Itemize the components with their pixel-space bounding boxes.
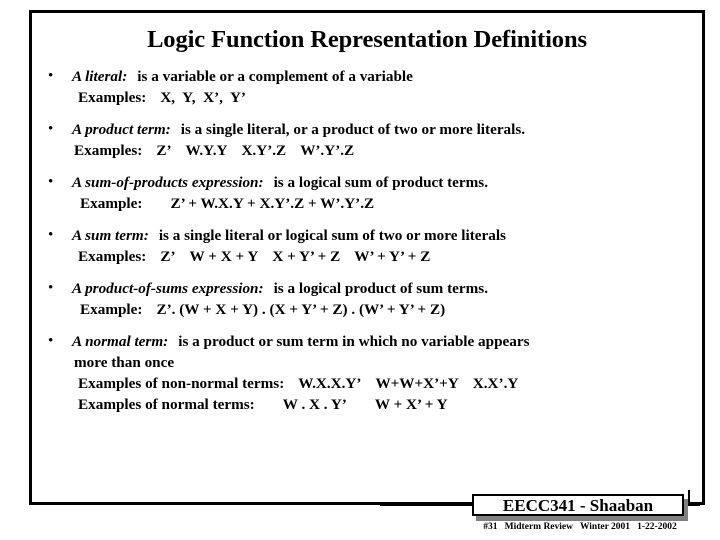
example-expression: W . X . Y’ (282, 396, 347, 413)
definition-example-line: Example: Z’ + W.X.Y + X.Y’.Z + W’.Y’.Z (50, 193, 702, 214)
example-label: more than once (74, 354, 175, 371)
definition-item: • A normal term: is a product or sum term … (32, 331, 702, 415)
definition-description: is a logical sum of product terms. (273, 174, 489, 191)
definition-heading: A product term: is a single literal, or a… (50, 119, 702, 140)
bullet-marker-icon: • (48, 68, 54, 84)
course-badge: EECC341 - Shaaban (472, 494, 684, 516)
example-expression: W.X.X.Y’ (298, 375, 362, 392)
definition-item: • A sum-of-products expression: is a logic… (32, 172, 702, 214)
footer-rule-right-horizontal (688, 504, 700, 506)
example-label: Examples: (78, 89, 147, 106)
definition-item: • A product term: is a single literal, or … (32, 119, 702, 161)
definition-heading: A product-of-sums expression: is a logica… (50, 278, 702, 299)
example-expression: Z’ (156, 142, 172, 159)
page-title: Logic Function Representation Definition… (147, 26, 587, 53)
definition-term: A literal: (72, 68, 128, 85)
example-expression: W.Y.Y (185, 142, 228, 159)
example-label: Examples: (74, 142, 143, 159)
definition-term: A sum term: (72, 227, 149, 244)
definition-example-line: Examples: X, Y, X’, Y’ (50, 87, 702, 108)
example-expression: W + X’ + Y (374, 396, 448, 413)
definition-example-line: Examples of non-normal terms: W.X.X.Y’ W+W… (50, 373, 702, 394)
definition-item: • A product-of-sums expression: is a logic… (32, 278, 702, 320)
definition-term: A product-of-sums expression: (72, 280, 264, 297)
example-expression: W + X + Y (189, 248, 259, 265)
slide-frame: Logic Function Representation Definition… (29, 10, 705, 505)
bullet-marker-icon: • (48, 227, 54, 243)
definition-heading: A sum term: is a single literal or logica… (50, 225, 702, 246)
definition-description: is a variable or a complement of a varia… (137, 68, 413, 85)
example-expression: Z’ + W.X.Y + X.Y’.Z + W’.Y’.Z (170, 195, 375, 212)
example-label: Example: (80, 195, 143, 212)
definition-item: • A sum term: is a single literal or logic… (32, 225, 702, 267)
example-label: Examples of non-normal terms: (78, 375, 285, 392)
definition-term: A product term: (72, 121, 171, 138)
definition-example-line: Examples: Z’ W + X + Y X + Y’ + Z W’ + Y’ + … (50, 246, 702, 267)
example-expression: X.X’.Y (472, 375, 519, 392)
definition-heading: A normal term: is a product or sum term i… (50, 331, 702, 352)
example-label: Examples of normal terms: (78, 396, 255, 413)
example-label: Examples: (78, 248, 147, 265)
definition-description: is a product or sum term in which no var… (178, 333, 530, 350)
definition-example-line: Example: Z’. (W + X + Y) . (X + Y’ + Z) .… (50, 299, 702, 320)
footer-rule-left (380, 504, 476, 506)
example-expression: W+W+X’+Y (375, 375, 459, 392)
definition-description: is a single literal or logical sum of tw… (158, 227, 506, 244)
definition-heading: A sum-of-products expression: is a logica… (50, 172, 702, 193)
definition-description: is a logical product of sum terms. (273, 280, 489, 297)
bullet-marker-icon: • (48, 333, 54, 349)
definition-example-line: Examples: Z’ W.Y.Y X.Y’.Z W’.Y’.Z (50, 140, 702, 161)
example-label: Example: (80, 301, 143, 318)
footer-slide-info: #31 Midterm Review Winter 2001 1-22-2002 (483, 522, 677, 532)
example-expression: W’.Y’.Z (300, 142, 355, 159)
example-expression: Z’. (W + X + Y) . (X + Y’ + Z) . (W’ + Y… (156, 301, 446, 318)
bullet-marker-icon: • (48, 174, 54, 190)
example-expression: W’ + Y’ + Z (354, 248, 431, 265)
example-expression: X.Y’.Z (241, 142, 287, 159)
definition-example-line: Examples of normal terms: W . X . Y’ W + X… (50, 394, 702, 415)
example-expression: X + Y’ + Z (272, 248, 341, 265)
example-expression: X, Y, X’, Y’ (160, 89, 246, 106)
definition-item: • A literal: is a variable or a complement… (32, 66, 702, 108)
bullet-marker-icon: • (48, 280, 54, 296)
definition-description: is a single literal, or a product of two… (180, 121, 526, 138)
definition-term: A sum-of-products expression: (72, 174, 264, 191)
example-expression: Z’ (160, 248, 176, 265)
definition-heading: A literal: is a variable or a complement … (50, 66, 702, 87)
bullet-marker-icon: • (48, 121, 54, 137)
definition-list: • A literal: is a variable or a complement… (32, 66, 702, 426)
definition-term: A normal term: (72, 333, 169, 350)
definition-example-line: more than once (50, 352, 702, 373)
